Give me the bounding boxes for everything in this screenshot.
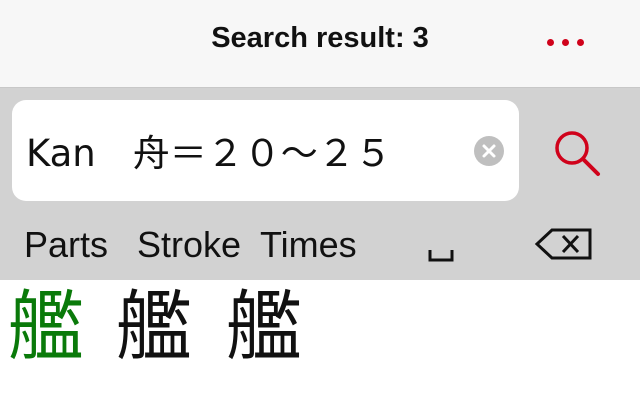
times-key[interactable]: Times bbox=[260, 224, 357, 266]
stroke-key[interactable]: Stroke bbox=[137, 224, 241, 266]
space-bar-icon bbox=[428, 250, 454, 262]
nav-bar: Search result: 3 bbox=[0, 0, 640, 88]
more-dots-icon bbox=[577, 39, 584, 46]
more-dots-icon bbox=[547, 39, 554, 46]
search-box bbox=[12, 100, 519, 201]
results-grid: 艦 艦 艦 bbox=[0, 280, 640, 400]
search-toolbar: Parts Stroke Times bbox=[0, 88, 640, 280]
kanji-search-screen: Search result: 3 Parts Stroke Times bbox=[0, 0, 640, 400]
magnifier-icon bbox=[555, 131, 600, 176]
more-button[interactable] bbox=[544, 30, 590, 54]
search-button[interactable] bbox=[546, 124, 606, 184]
backspace-key[interactable] bbox=[534, 224, 594, 264]
result-kanji-3[interactable]: 艦 bbox=[226, 282, 302, 372]
search-input[interactable] bbox=[26, 122, 466, 178]
more-dots-icon bbox=[562, 39, 569, 46]
clear-button[interactable] bbox=[474, 136, 504, 166]
result-kanji-2[interactable]: 艦 bbox=[116, 282, 192, 372]
space-key[interactable] bbox=[424, 228, 458, 268]
backspace-icon bbox=[534, 228, 592, 260]
clear-circle-icon bbox=[482, 144, 496, 158]
parts-key[interactable]: Parts bbox=[24, 224, 108, 266]
result-kanji-1[interactable]: 艦 bbox=[8, 282, 84, 372]
